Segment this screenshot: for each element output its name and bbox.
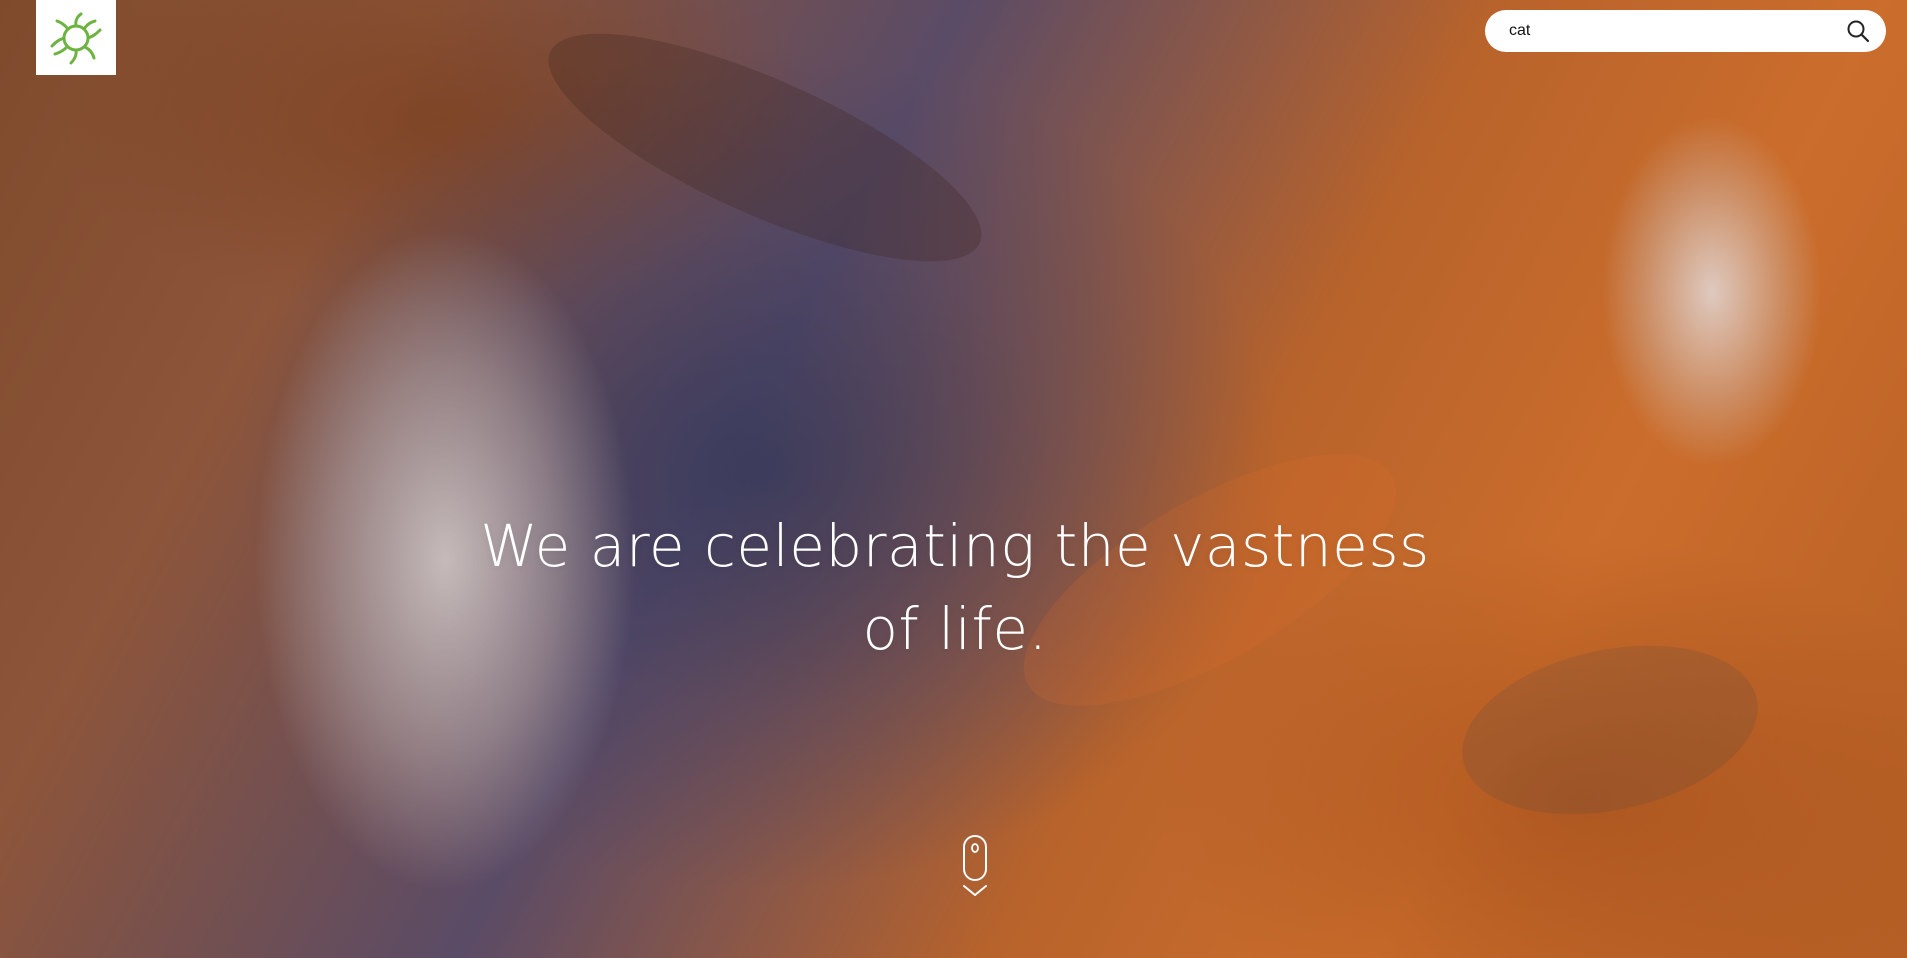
hero-background-image [0,0,1907,958]
hero-headline-line-2: of life. [862,595,1048,663]
search-button[interactable] [1846,19,1870,43]
search-icon [1847,20,1870,43]
sun-leaf-logo-icon [50,12,102,64]
search-input[interactable] [1509,22,1829,40]
mouse-scroll-down-icon [963,835,987,896]
scroll-down-button[interactable] [960,834,990,900]
hero-headline: We are celebrating the vastness of life. [390,505,1520,671]
site-logo[interactable] [36,0,116,75]
hero-headline-line-1: We are celebrating the vastness [480,512,1430,580]
search-bar [1485,10,1886,52]
page: We are celebrating the vastness of life. [0,0,1907,958]
